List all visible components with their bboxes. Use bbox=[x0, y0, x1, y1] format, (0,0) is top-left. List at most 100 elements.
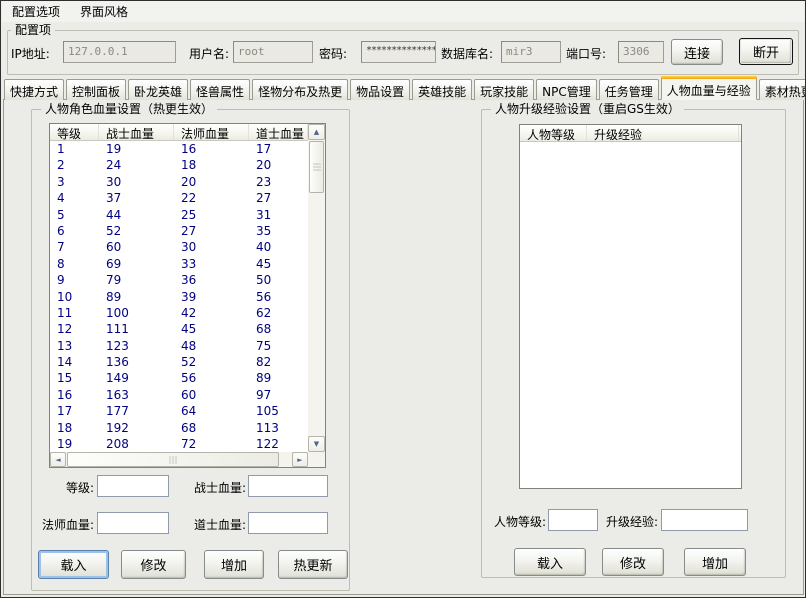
tab-2[interactable]: 卧龙英雄 bbox=[128, 79, 188, 100]
table-cell: 56 bbox=[249, 289, 308, 305]
table-cell: 30 bbox=[174, 239, 249, 255]
table-row[interactable]: 8693345 bbox=[50, 256, 308, 272]
ip-field[interactable]: 127.0.0.1 bbox=[63, 41, 176, 63]
table-cell: 149 bbox=[99, 370, 174, 386]
scroll-thumb[interactable] bbox=[67, 452, 279, 467]
table-cell: 23 bbox=[249, 174, 308, 190]
table-cell: 8 bbox=[50, 256, 99, 272]
tab-11[interactable]: 素材热更 bbox=[759, 79, 806, 100]
table-cell: 17 bbox=[50, 403, 99, 419]
hp-col-header-2[interactable]: 法师血量 bbox=[174, 124, 249, 140]
hp-col-header-3[interactable]: 道士血量 bbox=[249, 124, 308, 140]
table-cell: 16 bbox=[174, 141, 249, 157]
tab-6[interactable]: 英雄技能 bbox=[412, 79, 472, 100]
table-cell: 20 bbox=[249, 157, 308, 173]
table-cell: 45 bbox=[249, 256, 308, 272]
hp-horizontal-scrollbar[interactable]: ◄ ► bbox=[50, 452, 308, 467]
menu-item-ui-style[interactable]: 界面风格 bbox=[70, 0, 138, 23]
table-cell: 27 bbox=[174, 223, 249, 239]
tab-3[interactable]: 怪兽属性 bbox=[190, 79, 250, 100]
table-row[interactable]: 161636097 bbox=[50, 387, 308, 403]
table-cell: 11 bbox=[50, 305, 99, 321]
table-row[interactable]: 7603040 bbox=[50, 239, 308, 255]
scroll-right-button[interactable]: ► bbox=[292, 452, 308, 467]
table-row[interactable]: 2241820 bbox=[50, 157, 308, 173]
table-cell: 25 bbox=[174, 207, 249, 223]
table-row[interactable]: 1920872122 bbox=[50, 436, 308, 452]
table-cell: 136 bbox=[99, 354, 174, 370]
password-label: 密码: bbox=[319, 45, 347, 62]
table-cell: 42 bbox=[174, 305, 249, 321]
table-cell: 19 bbox=[99, 141, 174, 157]
table-cell: 113 bbox=[249, 420, 308, 436]
menu-item-config-options[interactable]: 配置选项 bbox=[2, 0, 70, 23]
tab-10[interactable]: 人物血量与经验 bbox=[661, 76, 757, 100]
table-row[interactable]: 10893956 bbox=[50, 289, 308, 305]
hp-col-header-0[interactable]: 等级 bbox=[50, 124, 99, 140]
table-cell: 52 bbox=[99, 223, 174, 239]
username-label: 用户名: bbox=[189, 45, 229, 62]
table-row[interactable]: 1717764105 bbox=[50, 403, 308, 419]
table-cell: 27 bbox=[249, 190, 308, 206]
scroll-up-button[interactable]: ▲ bbox=[308, 124, 325, 140]
table-row[interactable]: 151495689 bbox=[50, 370, 308, 386]
table-cell: 64 bbox=[174, 403, 249, 419]
table-cell: 18 bbox=[50, 420, 99, 436]
exp-table-rows[interactable] bbox=[520, 142, 741, 488]
exp-col-header-0[interactable]: 人物等级 bbox=[520, 125, 587, 141]
table-cell: 123 bbox=[99, 338, 174, 354]
table-row[interactable]: 131234875 bbox=[50, 338, 308, 354]
tab-bar: 快捷方式控制面板卧龙英雄怪兽属性怪物分布及热更物品设置英雄技能玩家技能NPC管理… bbox=[4, 79, 806, 100]
table-cell: 60 bbox=[174, 387, 249, 403]
hp-table-rows[interactable]: 1191617224182033020234372227544253165227… bbox=[50, 141, 308, 454]
tab-9[interactable]: 任务管理 bbox=[599, 79, 659, 100]
hp-vertical-scrollbar[interactable]: ▲ ▼ bbox=[308, 124, 325, 452]
table-cell: 37 bbox=[99, 190, 174, 206]
disconnect-button[interactable]: 断开 bbox=[739, 38, 793, 65]
table-cell: 3 bbox=[50, 174, 99, 190]
hp-table[interactable]: 等级战士血量法师血量道士血量 1191617224182033020234372… bbox=[49, 123, 326, 468]
hp-col-header-1[interactable]: 战士血量 bbox=[99, 124, 174, 140]
table-row[interactable]: 9793650 bbox=[50, 272, 308, 288]
table-row[interactable]: 121114568 bbox=[50, 321, 308, 337]
username-field[interactable]: root bbox=[233, 41, 313, 63]
table-cell: 62 bbox=[249, 305, 308, 321]
table-cell: 24 bbox=[99, 157, 174, 173]
exp-col-header-1[interactable]: 升级经验 bbox=[587, 125, 739, 141]
password-field[interactable]: ************** bbox=[361, 41, 436, 63]
scroll-thumb[interactable] bbox=[309, 141, 324, 193]
tab-8[interactable]: NPC管理 bbox=[536, 79, 597, 100]
table-cell: 5 bbox=[50, 207, 99, 223]
database-field[interactable]: mir3 bbox=[501, 41, 561, 63]
table-cell: 45 bbox=[174, 321, 249, 337]
ip-label: IP地址: bbox=[11, 45, 50, 62]
table-cell: 22 bbox=[174, 190, 249, 206]
tab-0[interactable]: 快捷方式 bbox=[4, 79, 64, 100]
connect-button[interactable]: 连接 bbox=[671, 39, 723, 65]
table-row[interactable]: 1191617 bbox=[50, 141, 308, 157]
port-field[interactable]: 3306 bbox=[618, 41, 664, 63]
exp-table[interactable]: 人物等级升级经验 bbox=[519, 124, 742, 489]
table-row[interactable]: 5442531 bbox=[50, 207, 308, 223]
table-cell: 31 bbox=[249, 207, 308, 223]
table-cell: 60 bbox=[99, 239, 174, 255]
table-cell: 40 bbox=[249, 239, 308, 255]
table-row[interactable]: 111004262 bbox=[50, 305, 308, 321]
table-cell: 7 bbox=[50, 239, 99, 255]
tab-5[interactable]: 物品设置 bbox=[350, 79, 410, 100]
table-row[interactable]: 141365282 bbox=[50, 354, 308, 370]
table-cell: 100 bbox=[99, 305, 174, 321]
table-row[interactable]: 6522735 bbox=[50, 223, 308, 239]
table-row[interactable]: 4372227 bbox=[50, 190, 308, 206]
table-row[interactable]: 3302023 bbox=[50, 174, 308, 190]
scroll-down-button[interactable]: ▼ bbox=[308, 436, 325, 452]
table-cell: 208 bbox=[99, 436, 174, 452]
table-row[interactable]: 1819268113 bbox=[50, 420, 308, 436]
scroll-left-button[interactable]: ◄ bbox=[50, 452, 66, 467]
tab-7[interactable]: 玩家技能 bbox=[474, 79, 534, 100]
table-cell: 79 bbox=[99, 272, 174, 288]
connection-group-caption: 配置项 bbox=[11, 23, 55, 37]
tab-1[interactable]: 控制面板 bbox=[66, 79, 126, 100]
tab-4[interactable]: 怪物分布及热更 bbox=[252, 79, 348, 100]
table-cell: 15 bbox=[50, 370, 99, 386]
